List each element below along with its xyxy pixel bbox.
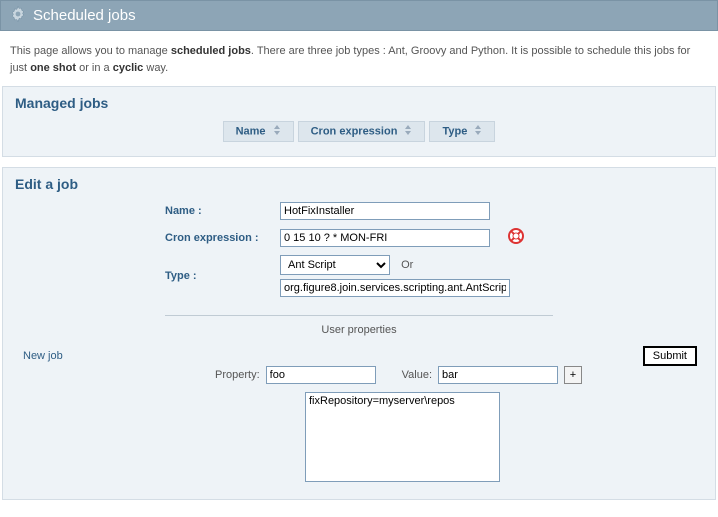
intro-text: This page allows you to manage scheduled… [0,31,718,86]
properties-textarea[interactable] [305,392,500,482]
page-title: Scheduled jobs [33,7,136,24]
property-input[interactable] [266,366,376,384]
label-name: Name : [165,205,280,217]
managed-jobs-panel: Managed jobs Name Cron expression Type [2,86,716,157]
sort-icon [474,125,482,138]
separator [165,315,553,316]
or-text: Or [401,259,413,271]
submit-button[interactable]: Submit [643,346,697,366]
sort-icon [404,125,412,138]
value-input[interactable] [438,366,558,384]
gear-icon [9,5,27,26]
property-label: Property: [215,369,260,381]
user-properties-heading: User properties [15,324,703,336]
page-header: Scheduled jobs [0,0,718,31]
new-job-label: New job [15,350,165,362]
jobs-table: Name Cron expression Type [219,121,500,142]
name-input[interactable] [280,202,490,220]
type-select[interactable]: Ant Script [280,255,390,275]
type-class-input[interactable] [280,279,510,297]
cron-input[interactable] [280,229,490,247]
help-icon[interactable] [508,228,524,247]
col-cron[interactable]: Cron expression [298,121,426,142]
label-cron: Cron expression : [165,232,280,244]
label-type: Type : [165,270,280,282]
edit-job-title: Edit a job [15,176,703,192]
managed-jobs-title: Managed jobs [15,95,703,111]
col-name[interactable]: Name [223,121,294,142]
col-type[interactable]: Type [429,121,495,142]
value-label: Value: [402,369,432,381]
edit-job-panel: Edit a job Name : Cron expression : Type… [2,167,716,500]
add-property-button[interactable]: + [564,366,582,384]
sort-icon [273,125,281,138]
